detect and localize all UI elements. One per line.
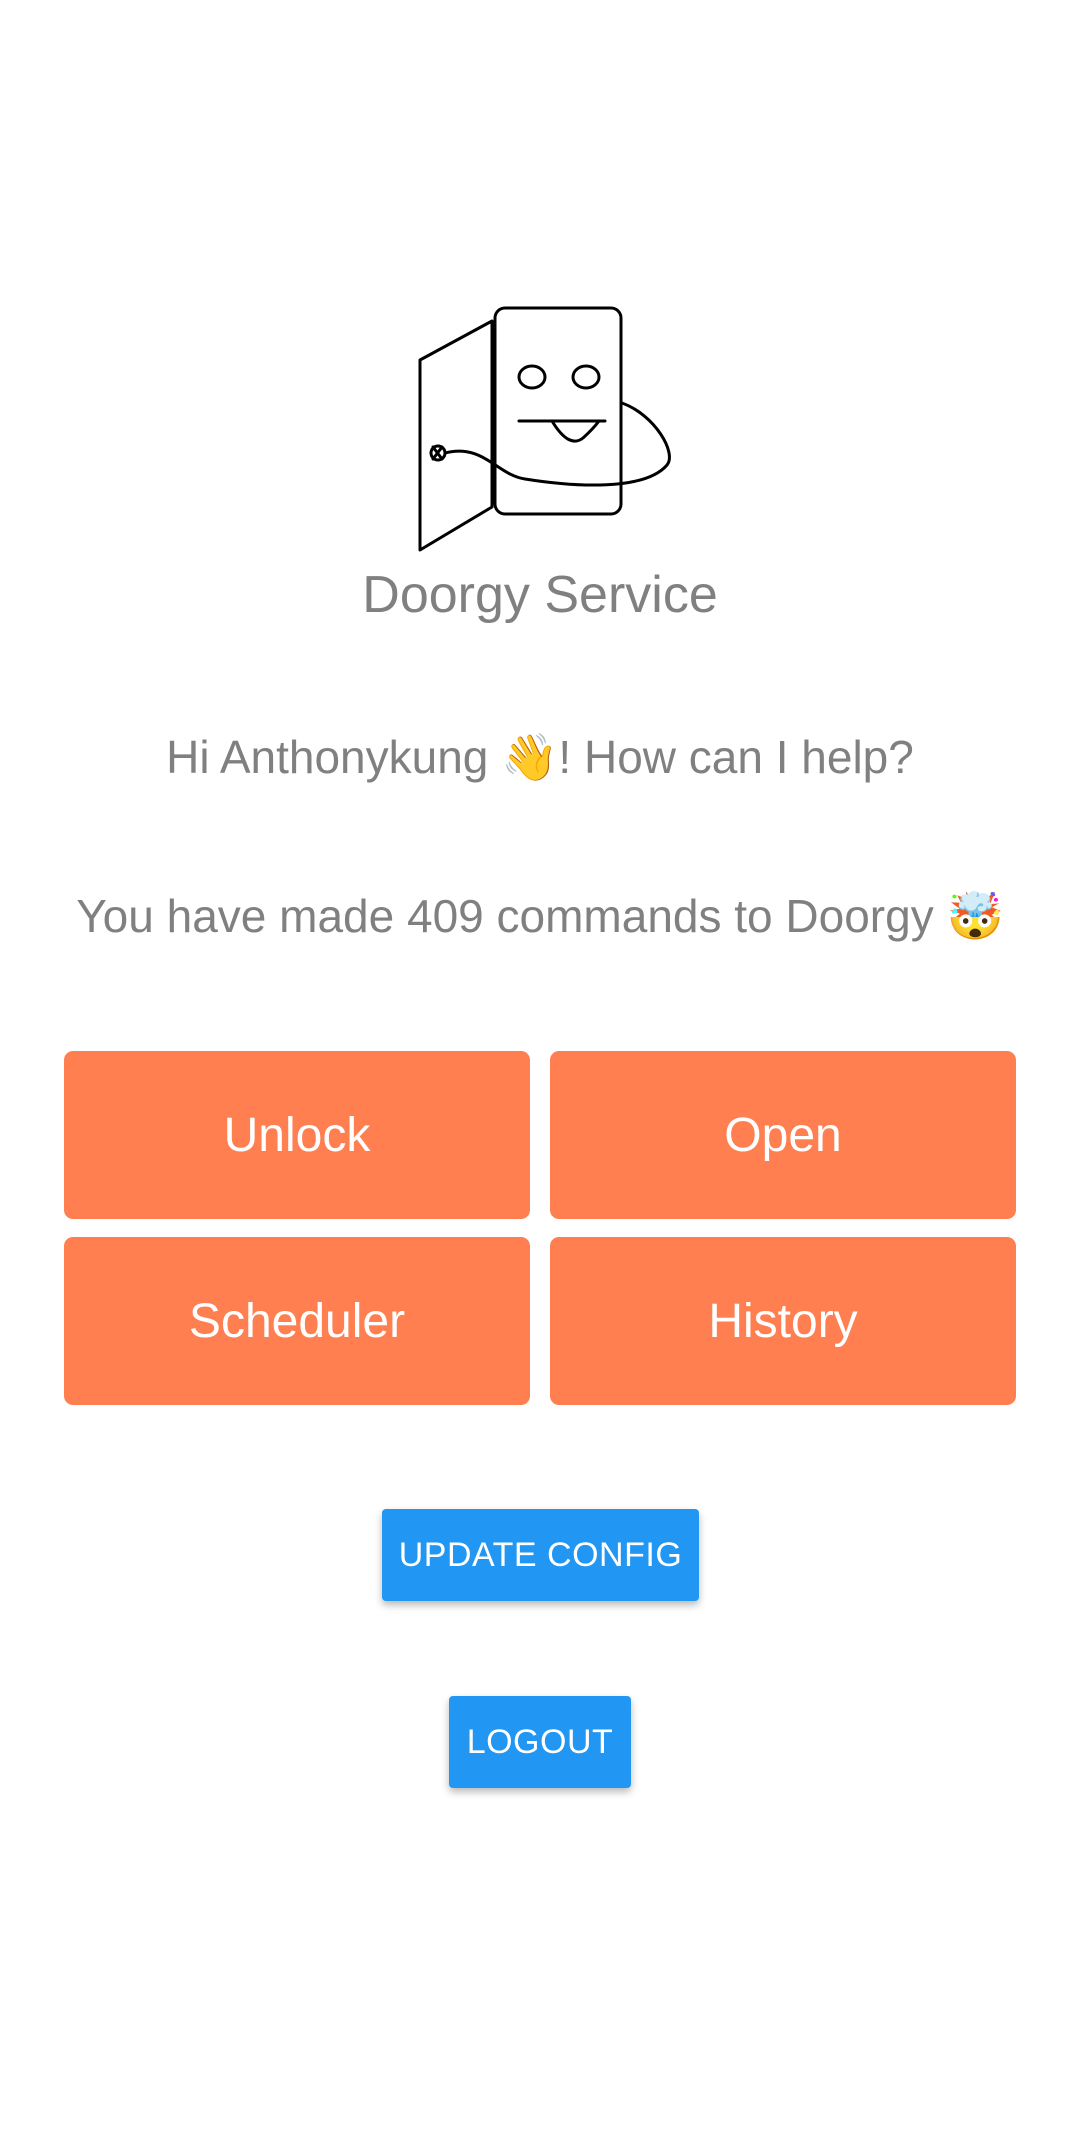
history-button-label: History bbox=[708, 1294, 858, 1348]
door-face-logo-icon bbox=[405, 295, 675, 565]
update-config-button-label: UPDATE CONFIG bbox=[398, 1535, 683, 1574]
unlock-button-label: Unlock bbox=[223, 1108, 371, 1162]
logout-button-label: LOGOUT bbox=[466, 1722, 614, 1761]
open-button-label: Open bbox=[724, 1108, 842, 1162]
command-count-text: You have made 409 commands to Doorgy 🤯 bbox=[76, 890, 1004, 942]
app-title: Doorgy Service bbox=[362, 566, 718, 624]
scheduler-button-label: Scheduler bbox=[188, 1294, 406, 1348]
update-config-button[interactable]: UPDATE CONFIG bbox=[382, 1509, 699, 1601]
greeting-text: Hi Anthonykung 👋! How can I help? bbox=[166, 731, 914, 783]
scheduler-button[interactable]: Scheduler bbox=[64, 1237, 530, 1405]
open-button[interactable]: Open bbox=[550, 1051, 1016, 1219]
unlock-button[interactable]: Unlock bbox=[64, 1051, 530, 1219]
history-button[interactable]: History bbox=[550, 1237, 1016, 1405]
logout-button[interactable]: LOGOUT bbox=[449, 1696, 631, 1788]
